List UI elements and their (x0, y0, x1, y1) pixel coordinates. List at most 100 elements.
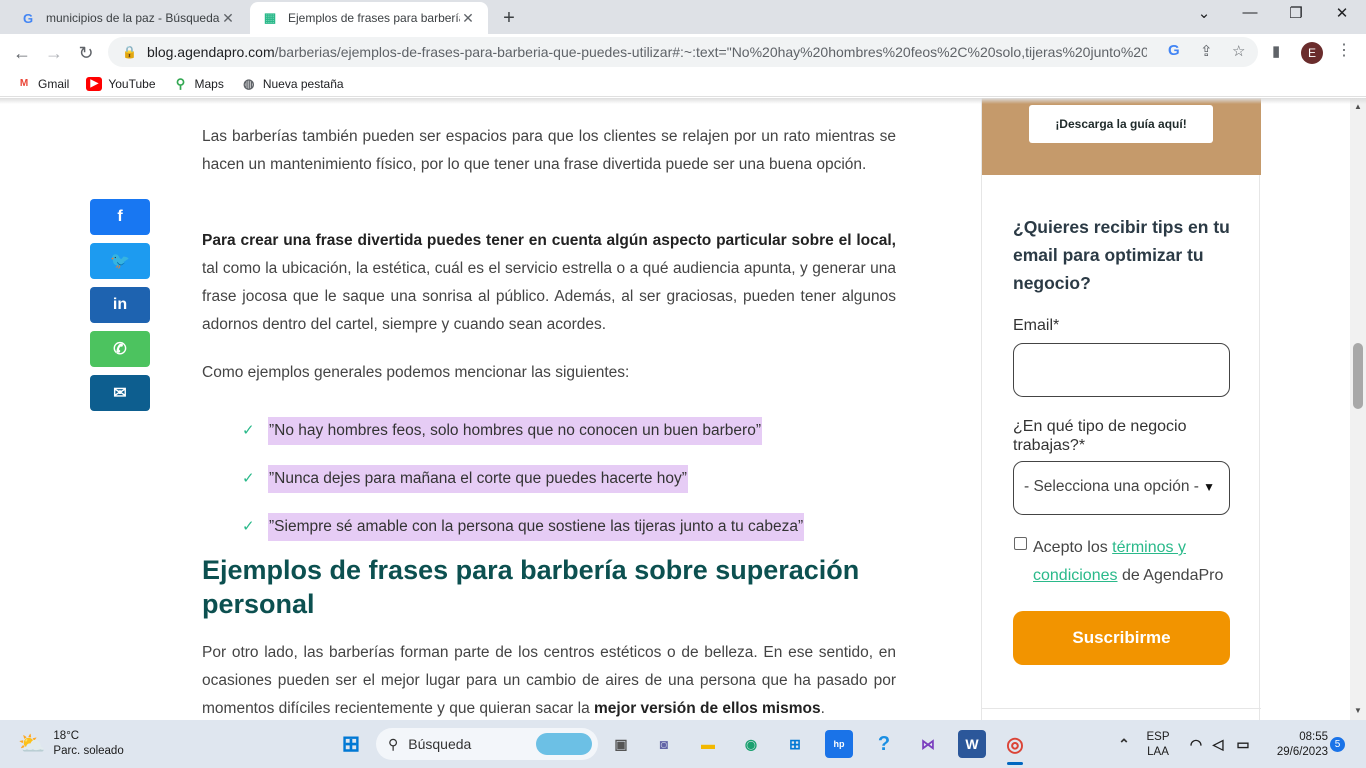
forward-button[interactable]: → (41, 40, 67, 66)
bookmarks-bar: M Gmail ▶ YouTube ⚲ Maps ◍ Nueva pestaña (0, 71, 1366, 97)
share-icon[interactable]: ⇪ (1200, 42, 1213, 60)
weather-widget[interactable]: ⛅ 18°C Parc. soleado (18, 729, 124, 759)
paragraph-text: . (820, 700, 825, 717)
twitter-icon: 🐦 (110, 253, 130, 270)
youtube-icon: ▶ (86, 76, 103, 91)
accept-prefix: Acepto los (1033, 539, 1113, 556)
maps-icon: ⚲ (175, 75, 186, 91)
check-icon: ✓ (242, 518, 255, 535)
back-button[interactable]: ← (9, 40, 35, 66)
url-path: /barberias/ejemplos-de-frases-para-barbe… (274, 44, 1147, 60)
edge-icon[interactable]: ◉ (737, 730, 765, 758)
profile-avatar[interactable]: E (1301, 42, 1323, 64)
language-indicator[interactable]: ESP LAA (1144, 730, 1172, 760)
bookmark-gmail[interactable]: M Gmail (16, 77, 70, 91)
help-icon[interactable]: ? (870, 730, 898, 758)
browser-toolbar: ← → ↻ 🔒 blog.agendapro.com/barberias/eje… (0, 34, 1366, 71)
gmail-icon: M (19, 78, 29, 89)
battery-icon[interactable]: ▭ (1229, 730, 1257, 758)
download-guide-button[interactable]: ¡Descarga la guía aquí! (1029, 105, 1213, 143)
paragraph: Por otro lado, las barberías forman part… (202, 639, 896, 720)
tab-title: municipios de la paz - Búsqueda (46, 11, 220, 25)
minimize-button[interactable]: — (1227, 4, 1273, 21)
clock[interactable]: 08:55 29/6/2023 (1262, 730, 1328, 760)
share-facebook-button[interactable]: f (90, 199, 150, 235)
toolbar-shadow (0, 98, 1366, 104)
close-window-button[interactable]: ✕ (1319, 4, 1365, 22)
bookmark-label: Nueva pestaña (262, 76, 344, 91)
terms-text: Acepto los términos y condiciones de Age… (1033, 534, 1233, 590)
bookmark-label: YouTube (108, 76, 156, 91)
email-label-text: Email (1013, 317, 1054, 334)
accept-suffix: de AgendaPro (1117, 567, 1224, 584)
language-code: ESP (1146, 731, 1170, 743)
time: 08:55 (1299, 731, 1328, 743)
required-mark: * (1078, 437, 1086, 454)
share-email-button[interactable]: ✉ (90, 375, 150, 411)
search-highlight-icon (536, 733, 592, 755)
search-icon: ⚲ (388, 735, 399, 752)
close-tab-icon[interactable]: ✕ (220, 10, 236, 27)
paragraph: Para crear una frase divertida puedes te… (202, 227, 896, 339)
bookmark-maps[interactable]: ⚲ Maps (173, 75, 224, 91)
guide-banner: ¡Descarga la guía aquí! (982, 98, 1261, 175)
agendapro-favicon-icon: ▦ (263, 10, 277, 25)
subscribe-button[interactable]: Suscribirme (1013, 611, 1230, 665)
close-tab-icon[interactable]: ✕ (460, 10, 476, 27)
share-twitter-button[interactable]: 🐦 (90, 243, 150, 279)
side-panel-icon[interactable]: ▮ (1272, 42, 1280, 60)
restore-button[interactable]: ❐ (1273, 4, 1319, 22)
file-explorer-icon[interactable]: ▬ (694, 730, 722, 758)
search-placeholder: Búsqueda (408, 736, 472, 752)
keyboard-layout: LAA (1147, 746, 1169, 758)
new-tab-button[interactable]: + (498, 7, 520, 30)
visual-studio-icon[interactable]: ⋈ (914, 730, 942, 758)
required-mark: * (1053, 317, 1060, 334)
weather-condition: Parc. soleado (53, 745, 124, 757)
divider (982, 708, 1261, 709)
google-icon: G (22, 10, 34, 26)
list-item: ✓ ”Nunca dejes para mañana el corte que … (242, 455, 804, 503)
teams-chat-icon[interactable]: ◙ (650, 730, 678, 758)
bookmark-youtube[interactable]: ▶ YouTube (86, 76, 156, 91)
word-icon[interactable]: W (958, 730, 986, 758)
scrollbar-thumb[interactable] (1353, 343, 1363, 409)
show-hidden-icons-chevron-icon[interactable]: ⌃ (1110, 730, 1138, 758)
share-linkedin-button[interactable]: in (90, 287, 150, 323)
business-type-select[interactable]: - Selecciona una opción - ▼ (1013, 461, 1230, 515)
page-viewport: Las barberías también pueden ser espacio… (0, 98, 1366, 720)
check-icon: ✓ (242, 422, 255, 439)
address-bar[interactable]: 🔒 blog.agendapro.com/barberias/ejemplos-… (108, 37, 1258, 67)
chrome-icon[interactable]: ◎ (1001, 730, 1029, 758)
myhp-icon[interactable]: hp (825, 730, 853, 758)
tab-agendapro[interactable]: ▦ Ejemplos de frases para barbería ✕ (250, 2, 488, 34)
temperature: 18°C (53, 730, 80, 742)
volume-icon[interactable]: ◁ (1204, 730, 1232, 758)
bookmark-new-tab[interactable]: ◍ Nueva pestaña (241, 76, 344, 91)
email-field[interactable] (1013, 343, 1230, 397)
menu-kebab-icon[interactable]: ⋮ (1336, 40, 1352, 60)
share-whatsapp-button[interactable]: ✆ (90, 331, 150, 367)
url-text[interactable]: blog.agendapro.com/barberias/ejemplos-de… (147, 44, 1147, 60)
email-label: Email* (1013, 317, 1059, 335)
start-windows-icon[interactable]: ⊞ (337, 730, 365, 758)
sidebar: ¡Descarga la guía aquí! ¿Quieres recibir… (981, 98, 1261, 720)
bookmark-star-icon[interactable]: ☆ (1232, 42, 1245, 60)
taskbar-search[interactable]: ⚲ Búsqueda (376, 728, 598, 760)
list-item: ✓ ”Siempre sé amable con la persona que … (242, 503, 805, 551)
microsoft-store-icon[interactable]: ⊞ (781, 730, 809, 758)
lock-icon[interactable]: 🔒 (122, 45, 137, 59)
highlighted-quote: ”Nunca dejes para mañana el corte que pu… (268, 465, 688, 493)
highlighted-quote: ”Siempre sé amable con la persona que so… (268, 513, 805, 541)
page-scrollbar[interactable]: ▲ ▼ (1350, 98, 1366, 720)
taskbar: ⛅ 18°C Parc. soleado ⊞ ⚲ Búsqueda ▣ ◙ ▬ … (0, 720, 1366, 768)
task-view-icon[interactable]: ▣ (607, 730, 635, 758)
notification-badge[interactable]: 5 (1330, 737, 1345, 752)
google-lens-icon[interactable]: G (1168, 42, 1180, 59)
check-icon: ✓ (242, 470, 255, 487)
reload-button[interactable]: ↻ (73, 40, 99, 66)
terms-checkbox[interactable] (1014, 537, 1027, 550)
tab-search-icon[interactable]: ⌄ (1181, 4, 1227, 22)
tab-google-search[interactable]: G municipios de la paz - Búsqueda ✕ (8, 2, 248, 34)
scroll-down-arrow-icon[interactable]: ▼ (1354, 706, 1362, 715)
